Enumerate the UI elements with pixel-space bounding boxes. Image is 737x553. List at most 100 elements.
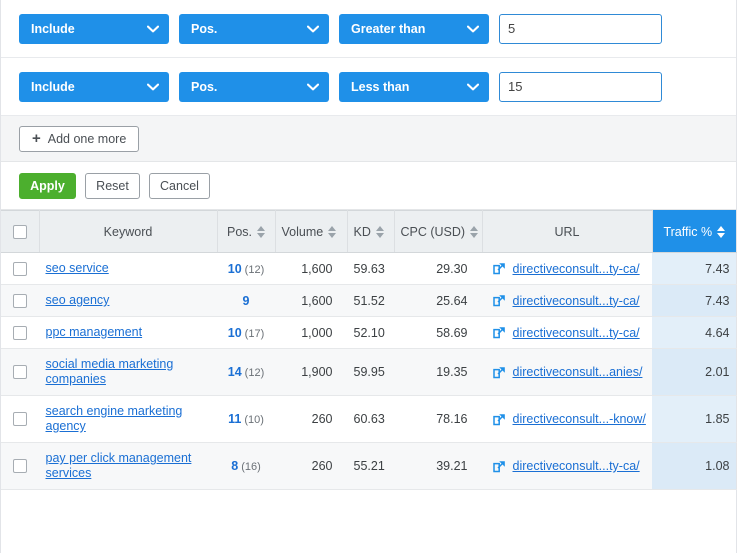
cancel-button[interactable]: Cancel xyxy=(149,172,210,199)
filter-value-input-1[interactable] xyxy=(499,13,662,44)
row-checkbox[interactable] xyxy=(12,325,27,340)
sort-icon[interactable] xyxy=(375,225,384,238)
position-previous: (16) xyxy=(241,461,261,473)
column-header-cpc[interactable]: CPC (USD) xyxy=(394,210,483,253)
table-row: ppc management 10 (17) 1,000 52.10 58.69 direc… xyxy=(1,316,736,349)
sort-icon[interactable] xyxy=(717,225,726,238)
filter-value-input-2[interactable] xyxy=(499,71,662,102)
position-current: 10 xyxy=(227,261,242,276)
filter-mode-label-2: Include xyxy=(31,79,75,94)
keyword-link[interactable]: social media marketing companies xyxy=(46,357,211,387)
filter-metric-select-2[interactable]: Pos. xyxy=(179,71,329,102)
table-row: seo agency 9 1,600 51.52 25.64 directiveconsu… xyxy=(1,284,736,317)
keyword-link[interactable]: seo service xyxy=(46,261,109,276)
column-header-cpc-label: CPC (USD) xyxy=(400,224,466,239)
column-header-volume[interactable]: Volume xyxy=(275,210,348,253)
column-header-traffic[interactable]: Traffic % xyxy=(652,210,736,253)
filter-row-2: Include Pos. Less than xyxy=(1,58,736,116)
position-previous: (12) xyxy=(244,263,265,276)
cpc-cell: 58.69 xyxy=(394,316,482,349)
traffic-cell: 2.01 xyxy=(652,348,736,396)
position-current: 10 xyxy=(227,325,242,340)
url-cell: directiveconsult...anies/ xyxy=(482,348,652,396)
keyword-cell: seo service xyxy=(39,252,217,285)
chevron-down-icon xyxy=(307,25,319,33)
filter-panel: Include Pos. Greater than 5 Include Pos.… xyxy=(1,0,736,210)
row-select-cell xyxy=(1,348,39,396)
table-header: Keyword Pos. Volume KD CPC (USD) URL Tra… xyxy=(1,210,736,253)
chevron-down-icon xyxy=(147,83,159,91)
table-row: social media marketing companies 14 (12) 1,… xyxy=(1,348,736,396)
position-current: 14 xyxy=(227,365,242,379)
sort-icon[interactable] xyxy=(470,225,479,238)
column-header-pos-label: Pos. xyxy=(226,224,252,239)
position-previous: (10) xyxy=(244,414,264,426)
column-header-kd[interactable]: KD xyxy=(347,210,395,253)
filter-mode-select-2[interactable]: Include xyxy=(19,71,169,102)
chevron-down-icon xyxy=(307,83,319,91)
results-table: Keyword Pos. Volume KD CPC (USD) URL Tra… xyxy=(1,210,737,490)
position-cell: 10 (12) xyxy=(217,252,275,285)
url-cell: directiveconsult...-know/ xyxy=(482,395,652,443)
cpc-cell: 19.35 xyxy=(394,348,482,396)
keyword-link[interactable]: search engine marketing agency xyxy=(46,404,211,434)
kd-cell: 55.21 xyxy=(347,442,394,490)
keyword-link[interactable]: seo agency xyxy=(46,293,110,308)
url-cell: directiveconsult...ty-ca/ xyxy=(482,284,652,317)
filter-comparator-label-1: Greater than xyxy=(351,21,426,36)
add-one-more-label: Add one more xyxy=(47,131,127,146)
external-link-icon xyxy=(492,326,506,339)
filter-metric-label-1: Pos. xyxy=(191,21,218,36)
filter-metric-select-1[interactable]: Pos. xyxy=(179,13,329,44)
url-link[interactable]: directiveconsult...ty-ca/ xyxy=(513,294,640,308)
keyword-filter-panel: Include Pos. Greater than 5 Include Pos.… xyxy=(0,0,737,553)
url-link[interactable]: directiveconsult...ty-ca/ xyxy=(513,262,640,276)
cpc-cell: 39.21 xyxy=(394,442,482,490)
row-select-cell xyxy=(1,395,39,443)
url-link[interactable]: directiveconsult...-know/ xyxy=(513,412,646,426)
filter-actions: Apply Reset Cancel xyxy=(1,162,736,210)
apply-button[interactable]: Apply xyxy=(19,172,76,199)
select-all-header xyxy=(1,210,40,253)
traffic-cell: 1.85 xyxy=(652,395,736,443)
row-checkbox[interactable] xyxy=(12,412,27,427)
url-cell: directiveconsult...ty-ca/ xyxy=(482,252,652,285)
plus-icon: + xyxy=(32,130,41,147)
column-header-pos[interactable]: Pos. xyxy=(217,210,276,253)
row-checkbox[interactable] xyxy=(12,365,27,380)
keyword-link[interactable]: ppc management xyxy=(46,325,143,340)
url-link[interactable]: directiveconsult...ty-ca/ xyxy=(513,326,640,340)
position-current: 9 xyxy=(242,293,250,308)
volume-cell: 1,600 xyxy=(275,252,347,285)
row-checkbox[interactable] xyxy=(12,459,27,474)
keyword-cell: social media marketing companies xyxy=(39,348,217,396)
row-checkbox[interactable] xyxy=(12,293,27,308)
keyword-cell: search engine marketing agency xyxy=(39,395,217,443)
url-link[interactable]: directiveconsult...anies/ xyxy=(513,365,643,379)
position-cell: 10 (17) xyxy=(217,316,275,349)
kd-cell: 51.52 xyxy=(347,284,394,317)
sort-icon[interactable] xyxy=(257,225,265,238)
filter-mode-label-1: Include xyxy=(31,21,75,36)
filter-mode-select-1[interactable]: Include xyxy=(19,13,169,44)
volume-cell: 1,600 xyxy=(275,284,347,317)
filter-comparator-select-2[interactable]: Less than xyxy=(339,71,489,102)
reset-button[interactable]: Reset xyxy=(85,172,140,199)
column-header-keyword-label: Keyword xyxy=(103,224,153,239)
column-header-url[interactable]: URL xyxy=(482,210,653,253)
sort-icon[interactable] xyxy=(328,225,337,238)
traffic-cell: 4.64 xyxy=(652,316,736,349)
select-all-checkbox[interactable] xyxy=(12,224,27,239)
traffic-cell: 7.43 xyxy=(652,284,736,317)
url-link[interactable]: directiveconsult...ty-ca/ xyxy=(513,459,640,473)
volume-cell: 260 xyxy=(275,395,347,443)
url-cell: directiveconsult...ty-ca/ xyxy=(482,442,652,490)
external-link-icon xyxy=(492,460,506,473)
volume-cell: 260 xyxy=(275,442,347,490)
traffic-cell: 7.43 xyxy=(652,252,736,285)
column-header-keyword[interactable]: Keyword xyxy=(39,210,218,253)
row-checkbox[interactable] xyxy=(12,261,27,276)
keyword-link[interactable]: pay per click management services xyxy=(46,451,211,481)
filter-comparator-select-1[interactable]: Greater than xyxy=(339,13,489,44)
add-one-more-button[interactable]: + Add one more xyxy=(19,125,140,152)
